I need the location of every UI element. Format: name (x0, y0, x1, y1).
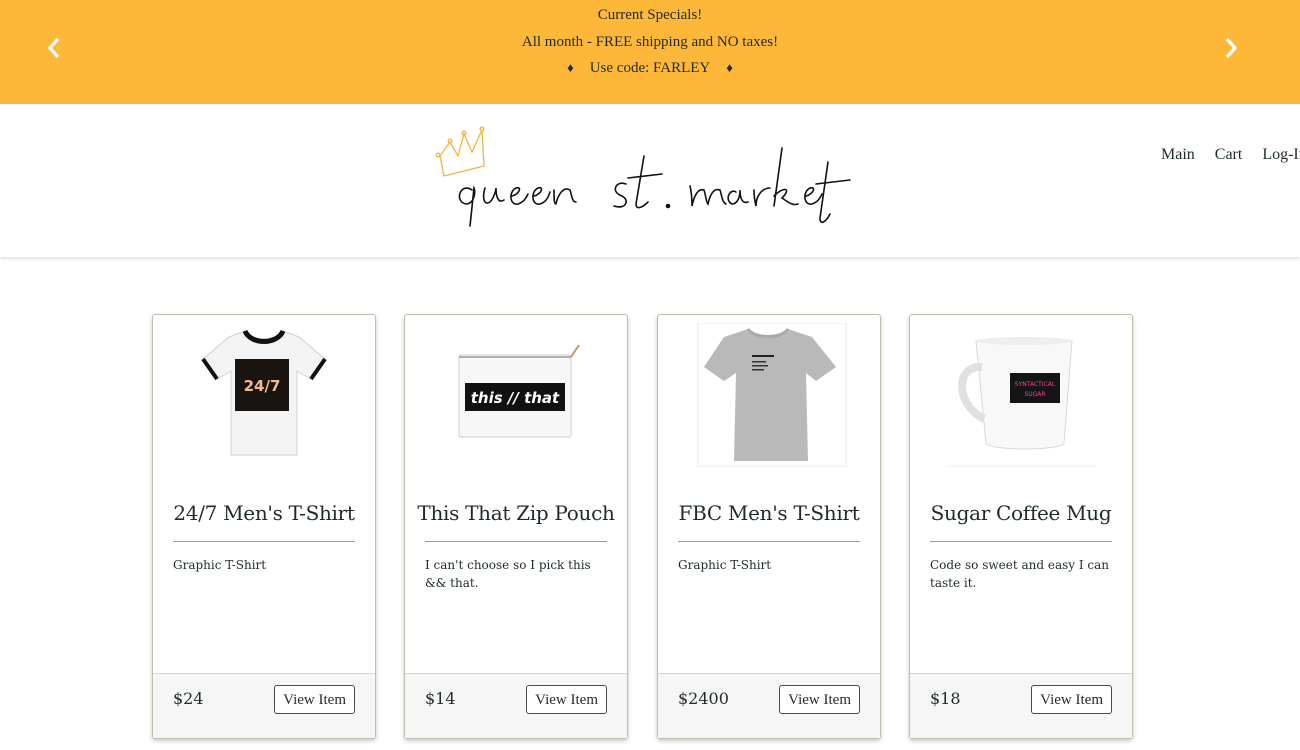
product-card: 24/7 24/7 Men's T-Shirt Graphic T-Shirt … (152, 314, 376, 739)
crown-icon (435, 126, 485, 177)
product-card: SYNTACTICAL SUGAR Sugar Coffee Mug Code … (909, 314, 1133, 739)
divider (678, 541, 860, 542)
product-image-caption: SYNTACTICAL (1015, 381, 1056, 388)
view-item-button[interactable]: View Item (526, 685, 607, 714)
card-footer: $2400 View Item (658, 673, 880, 738)
product-description: I can't choose so I pick this && that. (425, 558, 591, 590)
promo-code-text: Use code: FARLEY (589, 60, 711, 76)
product-title[interactable]: This That Zip Pouch (405, 501, 627, 525)
product-title[interactable]: Sugar Coffee Mug (910, 501, 1132, 525)
card-footer: $24 View Item (153, 673, 375, 738)
product-image-tshirt[interactable] (684, 323, 854, 468)
product-card: this // that This That Zip Pouch I can't… (404, 314, 628, 739)
main-nav: Main Cart Log-In (1161, 146, 1300, 164)
product-image-caption: SUGAR (1024, 391, 1045, 398)
card-footer: $18 View Item (910, 673, 1132, 738)
product-description: Code so sweet and easy I can taste it. (930, 558, 1110, 590)
product-price: $2400 (678, 689, 729, 708)
product-image-mug[interactable]: SYNTACTICAL SUGAR (936, 323, 1106, 468)
product-title[interactable]: FBC Men's T-Shirt (658, 501, 880, 525)
product-image-pouch[interactable]: this // that (431, 323, 601, 468)
diamond-icon: ♦ (567, 60, 574, 75)
product-description: Graphic T-Shirt (173, 558, 267, 572)
site-header: Main Cart Log-In (0, 104, 1300, 257)
site-logo[interactable] (430, 126, 855, 236)
view-item-button[interactable]: View Item (1031, 685, 1112, 714)
promo-line-3: ♦ Use code: FARLEY ♦ (0, 60, 1300, 77)
product-image-caption: 24/7 (244, 377, 281, 395)
card-footer: $14 View Item (405, 673, 627, 738)
nav-main[interactable]: Main (1161, 146, 1195, 163)
promo-line-2: All month - FREE shipping and NO taxes! (521, 34, 779, 50)
divider (425, 541, 607, 542)
product-title[interactable]: 24/7 Men's T-Shirt (153, 501, 375, 525)
product-image-caption: this // that (471, 389, 560, 407)
product-price: $14 (425, 689, 456, 708)
product-price: $24 (173, 689, 204, 708)
product-card: FBC Men's T-Shirt Graphic T-Shirt $2400 … (657, 314, 881, 739)
product-price: $18 (930, 689, 961, 708)
view-item-button[interactable]: View Item (274, 685, 355, 714)
view-item-button[interactable]: View Item (779, 685, 860, 714)
divider (930, 541, 1112, 542)
nav-cart[interactable]: Cart (1215, 146, 1243, 163)
diamond-icon: ♦ (726, 60, 733, 75)
chevron-right-icon (1225, 37, 1238, 59)
divider (173, 541, 355, 542)
carousel-next-button[interactable] (1219, 36, 1243, 60)
nav-login[interactable]: Log-In (1262, 146, 1300, 163)
product-image-tshirt[interactable]: 24/7 (179, 323, 349, 468)
promo-line-1: Current Specials! (597, 7, 703, 23)
product-description: Graphic T-Shirt (678, 558, 772, 572)
promo-banner: Current Specials! All month - FREE shipp… (0, 0, 1300, 104)
